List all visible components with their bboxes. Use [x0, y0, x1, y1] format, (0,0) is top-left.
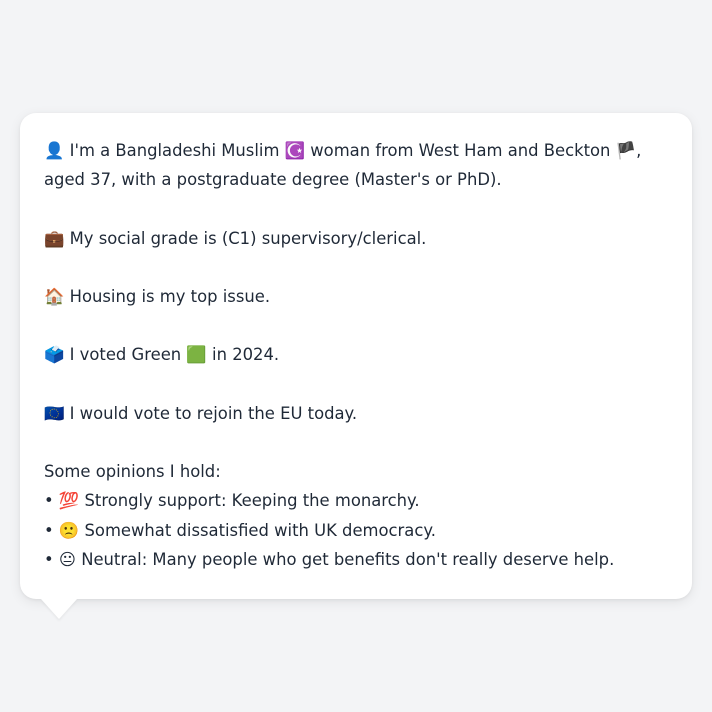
- top-issue-text: Housing is my top issue.: [69, 286, 271, 306]
- opinion-text: Neutral: Many people who get benefits do…: [81, 549, 615, 569]
- star-crescent-icon: ☪️: [284, 141, 306, 160]
- hundred-points-icon: 💯: [58, 491, 80, 511]
- bubble-tail: [41, 599, 77, 619]
- top-issue-line: 🏠 Housing is my top issue.: [44, 282, 668, 311]
- briefcase-icon: 💼: [44, 228, 65, 248]
- bullet: •: [44, 491, 54, 511]
- intro-line-1: 👤 I'm a Bangladeshi Muslim ☪️ woman from…: [44, 136, 668, 165]
- bullet: •: [44, 549, 54, 569]
- social-grade-text: My social grade is (C1) supervisory/cler…: [69, 228, 427, 248]
- intro-line-2: aged 37, with a postgraduate degree (Mas…: [44, 170, 502, 190]
- opinion-text: Somewhat dissatisfied with UK democracy.: [84, 520, 436, 540]
- ballot-box-icon: 🗳️: [44, 345, 65, 365]
- opinion-item: • 😐 Neutral: Many people who get benefit…: [44, 545, 668, 574]
- vote-text-a: I voted Green: [69, 345, 182, 365]
- frowning-face-icon: 🙁: [58, 520, 80, 540]
- opinion-text: Strongly support: Keeping the monarchy.: [84, 491, 420, 511]
- bullet: •: [44, 520, 54, 540]
- eu-flag-icon: 🇪🇺: [44, 403, 65, 423]
- person-icon: 👤: [44, 141, 65, 160]
- england-flag-icon: 🏴: [615, 141, 637, 160]
- chat-message-bubble: 👤 I'm a Bangladeshi Muslim ☪️ woman from…: [20, 113, 692, 599]
- social-grade-line: 💼 My social grade is (C1) supervisory/cl…: [44, 224, 668, 253]
- intro-text-b: woman from West Ham and Beckton: [310, 141, 611, 160]
- intro-text-a: I'm a Bangladeshi Muslim: [69, 141, 280, 160]
- green-square-icon: 🟩: [186, 345, 207, 365]
- opinions-heading: Some opinions I hold:: [44, 462, 221, 482]
- opinion-item: • 💯 Strongly support: Keeping the monarc…: [44, 486, 668, 515]
- vote-line: 🗳️ I voted Green 🟩 in 2024.: [44, 340, 668, 369]
- intro-text-c: ,: [636, 141, 642, 160]
- eu-text: I would vote to rejoin the EU today.: [69, 403, 358, 423]
- opinion-item: • 🙁 Somewhat dissatisfied with UK democr…: [44, 516, 668, 545]
- eu-line: 🇪🇺 I would vote to rejoin the EU today.: [44, 399, 668, 428]
- vote-text-b: in 2024.: [212, 345, 280, 365]
- house-icon: 🏠: [44, 286, 65, 306]
- neutral-face-icon: 😐: [58, 549, 76, 569]
